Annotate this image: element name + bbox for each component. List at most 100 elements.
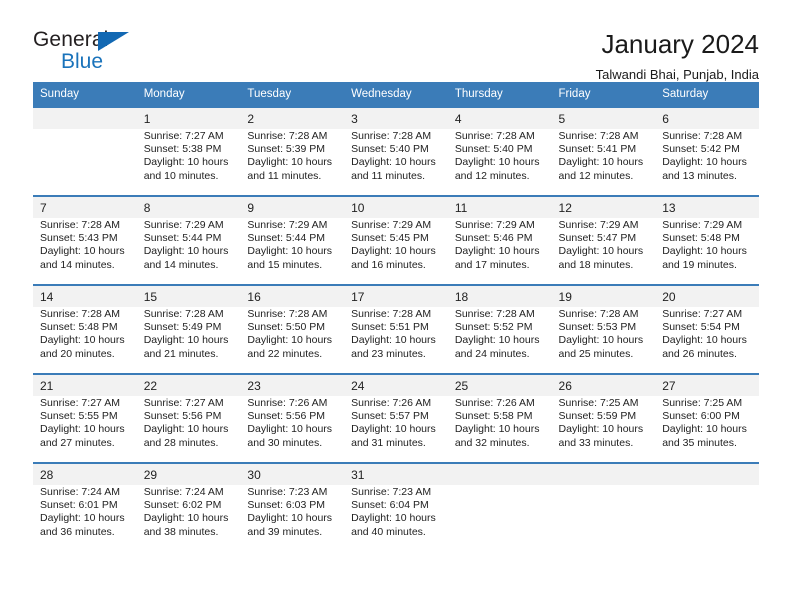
day-number[interactable]: 1 bbox=[136, 108, 241, 129]
day-number[interactable]: 25 bbox=[447, 373, 552, 396]
day-number[interactable]: 21 bbox=[33, 373, 137, 396]
daylight-text-cont: and 24 minutes. bbox=[454, 347, 530, 360]
day-number[interactable]: 19 bbox=[551, 284, 656, 307]
weekday-header-saturday: Saturday bbox=[655, 82, 759, 108]
sunrise-text: Sunrise: 7:28 AM bbox=[662, 130, 743, 142]
daylight-text: Daylight: 10 hours bbox=[351, 512, 436, 525]
day-details: Sunrise: 7:27 AM Sunset: 5:55 PM Daylight:… bbox=[33, 396, 137, 463]
sunset-text: Sunset: 5:44 PM bbox=[247, 232, 326, 245]
day-details: Sunrise: 7:24 AM Sunset: 6:02 PM Daylight:… bbox=[136, 485, 241, 551]
weekday-header-tuesday: Tuesday bbox=[240, 82, 345, 108]
generalblue-logo[interactable]: General Blue bbox=[33, 28, 143, 78]
day-number[interactable]: 28 bbox=[33, 462, 137, 485]
daylight-text: Daylight: 10 hours bbox=[454, 334, 540, 347]
day-number[interactable]: 7 bbox=[33, 195, 137, 218]
day-details: Sunrise: 7:29 AM Sunset: 5:44 PM Daylight:… bbox=[136, 218, 241, 285]
daylight-text: Daylight: 10 hours bbox=[351, 423, 436, 436]
sunrise-text: Sunrise: 7:24 AM bbox=[143, 486, 224, 498]
sunrise-text: Sunrise: 7:27 AM bbox=[662, 308, 743, 320]
daylight-text-cont: and 14 minutes. bbox=[40, 258, 115, 271]
sunset-text: Sunset: 5:45 PM bbox=[351, 232, 429, 245]
page-title: January 2024 bbox=[601, 29, 759, 59]
daylight-text: Daylight: 10 hours bbox=[247, 423, 333, 436]
day-number[interactable]: 31 bbox=[344, 462, 448, 485]
day-details: Sunrise: 7:24 AM Sunset: 6:01 PM Daylight:… bbox=[33, 485, 137, 551]
day-details-empty bbox=[33, 129, 137, 196]
sunrise-text: Sunrise: 7:28 AM bbox=[351, 308, 432, 320]
day-details: Sunrise: 7:27 AM Sunset: 5:38 PM Daylight:… bbox=[136, 129, 241, 196]
day-details: Sunrise: 7:28 AM Sunset: 5:43 PM Daylight:… bbox=[33, 218, 137, 285]
day-number[interactable]: 12 bbox=[551, 195, 656, 218]
sunset-text: Sunset: 5:52 PM bbox=[454, 321, 533, 334]
sunset-text: Sunset: 5:58 PM bbox=[454, 410, 533, 423]
sunset-text: Sunset: 5:53 PM bbox=[558, 321, 637, 334]
sunrise-text: Sunrise: 7:29 AM bbox=[454, 219, 535, 231]
day-number[interactable]: 18 bbox=[447, 284, 552, 307]
day-details: Sunrise: 7:26 AM Sunset: 5:56 PM Daylight:… bbox=[240, 396, 345, 463]
day-details: Sunrise: 7:23 AM Sunset: 6:04 PM Daylight:… bbox=[344, 485, 448, 551]
daylight-text-cont: and 26 minutes. bbox=[662, 347, 737, 360]
sunrise-text: Sunrise: 7:28 AM bbox=[40, 308, 120, 320]
sunrise-text: Sunrise: 7:24 AM bbox=[40, 486, 120, 498]
day-number[interactable]: 14 bbox=[33, 284, 137, 307]
sunrise-text: Sunrise: 7:29 AM bbox=[558, 219, 639, 231]
day-number[interactable]: 3 bbox=[344, 108, 448, 129]
day-number[interactable]: 16 bbox=[240, 284, 345, 307]
sunset-text: Sunset: 5:50 PM bbox=[247, 321, 326, 334]
day-details: Sunrise: 7:28 AM Sunset: 5:52 PM Daylight:… bbox=[447, 307, 552, 374]
week-row-daynumbers: 28 29 30 31 bbox=[33, 462, 759, 485]
sunset-text: Sunset: 6:00 PM bbox=[662, 410, 740, 423]
daylight-text: Daylight: 10 hours bbox=[558, 334, 644, 347]
sunset-text: Sunset: 5:44 PM bbox=[143, 232, 222, 245]
day-number[interactable]: 15 bbox=[136, 284, 241, 307]
daylight-text-cont: and 23 minutes. bbox=[351, 347, 426, 360]
day-number[interactable]: 26 bbox=[551, 373, 656, 396]
day-details: Sunrise: 7:28 AM Sunset: 5:53 PM Daylight:… bbox=[551, 307, 656, 374]
day-number[interactable]: 6 bbox=[655, 108, 759, 129]
daylight-text-cont: and 21 minutes. bbox=[143, 347, 219, 360]
sunrise-text: Sunrise: 7:28 AM bbox=[40, 219, 120, 231]
day-number[interactable]: 17 bbox=[344, 284, 448, 307]
day-details: Sunrise: 7:29 AM Sunset: 5:44 PM Daylight:… bbox=[240, 218, 345, 285]
day-number[interactable]: 5 bbox=[551, 108, 656, 129]
daylight-text: Daylight: 10 hours bbox=[40, 245, 125, 258]
daylight-text: Daylight: 10 hours bbox=[40, 512, 125, 525]
day-number[interactable]: 23 bbox=[240, 373, 345, 396]
weekday-header-sunday: Sunday bbox=[33, 82, 137, 108]
day-details: Sunrise: 7:28 AM Sunset: 5:40 PM Daylight:… bbox=[344, 129, 448, 196]
sunset-text: Sunset: 5:59 PM bbox=[558, 410, 637, 423]
day-number[interactable]: 20 bbox=[655, 284, 759, 307]
day-details: Sunrise: 7:25 AM Sunset: 5:59 PM Daylight:… bbox=[551, 396, 656, 463]
daylight-text: Daylight: 10 hours bbox=[40, 423, 125, 436]
daylight-text-cont: and 40 minutes. bbox=[351, 525, 426, 538]
daylight-text: Daylight: 10 hours bbox=[662, 156, 747, 169]
daylight-text: Daylight: 10 hours bbox=[247, 334, 333, 347]
sunset-text: Sunset: 5:40 PM bbox=[351, 143, 429, 156]
weekday-header-thursday: Thursday bbox=[447, 82, 552, 108]
calendar-page: General Blue January 2024 Talwandi Bhai,… bbox=[0, 0, 792, 612]
daylight-text-cont: and 10 minutes. bbox=[143, 169, 219, 182]
day-number[interactable]: 29 bbox=[136, 462, 241, 485]
day-number[interactable]: 10 bbox=[344, 195, 448, 218]
day-number[interactable]: 4 bbox=[447, 108, 552, 129]
day-number[interactable]: 8 bbox=[136, 195, 241, 218]
day-details: Sunrise: 7:29 AM Sunset: 5:47 PM Daylight:… bbox=[551, 218, 656, 285]
daylight-text-cont: and 30 minutes. bbox=[247, 436, 323, 449]
day-details: Sunrise: 7:23 AM Sunset: 6:03 PM Daylight:… bbox=[240, 485, 345, 551]
day-number[interactable]: 9 bbox=[240, 195, 345, 218]
day-number[interactable]: 2 bbox=[240, 108, 345, 129]
daylight-text-cont: and 18 minutes. bbox=[558, 258, 634, 271]
title-block: January 2024 Talwandi Bhai, Punjab, Indi… bbox=[596, 28, 759, 85]
week-row-daynumbers: 7 8 9 10 11 12 13 bbox=[33, 195, 759, 218]
daylight-text: Daylight: 10 hours bbox=[662, 334, 747, 347]
day-number[interactable]: 24 bbox=[344, 373, 448, 396]
day-number[interactable]: 30 bbox=[240, 462, 345, 485]
daylight-text-cont: and 16 minutes. bbox=[351, 258, 426, 271]
day-number[interactable]: 22 bbox=[136, 373, 241, 396]
daylight-text: Daylight: 10 hours bbox=[454, 423, 540, 436]
daylight-text: Daylight: 10 hours bbox=[143, 512, 229, 525]
day-number-empty bbox=[655, 462, 759, 485]
day-number[interactable]: 13 bbox=[655, 195, 759, 218]
day-number[interactable]: 11 bbox=[447, 195, 552, 218]
day-number[interactable]: 27 bbox=[655, 373, 759, 396]
